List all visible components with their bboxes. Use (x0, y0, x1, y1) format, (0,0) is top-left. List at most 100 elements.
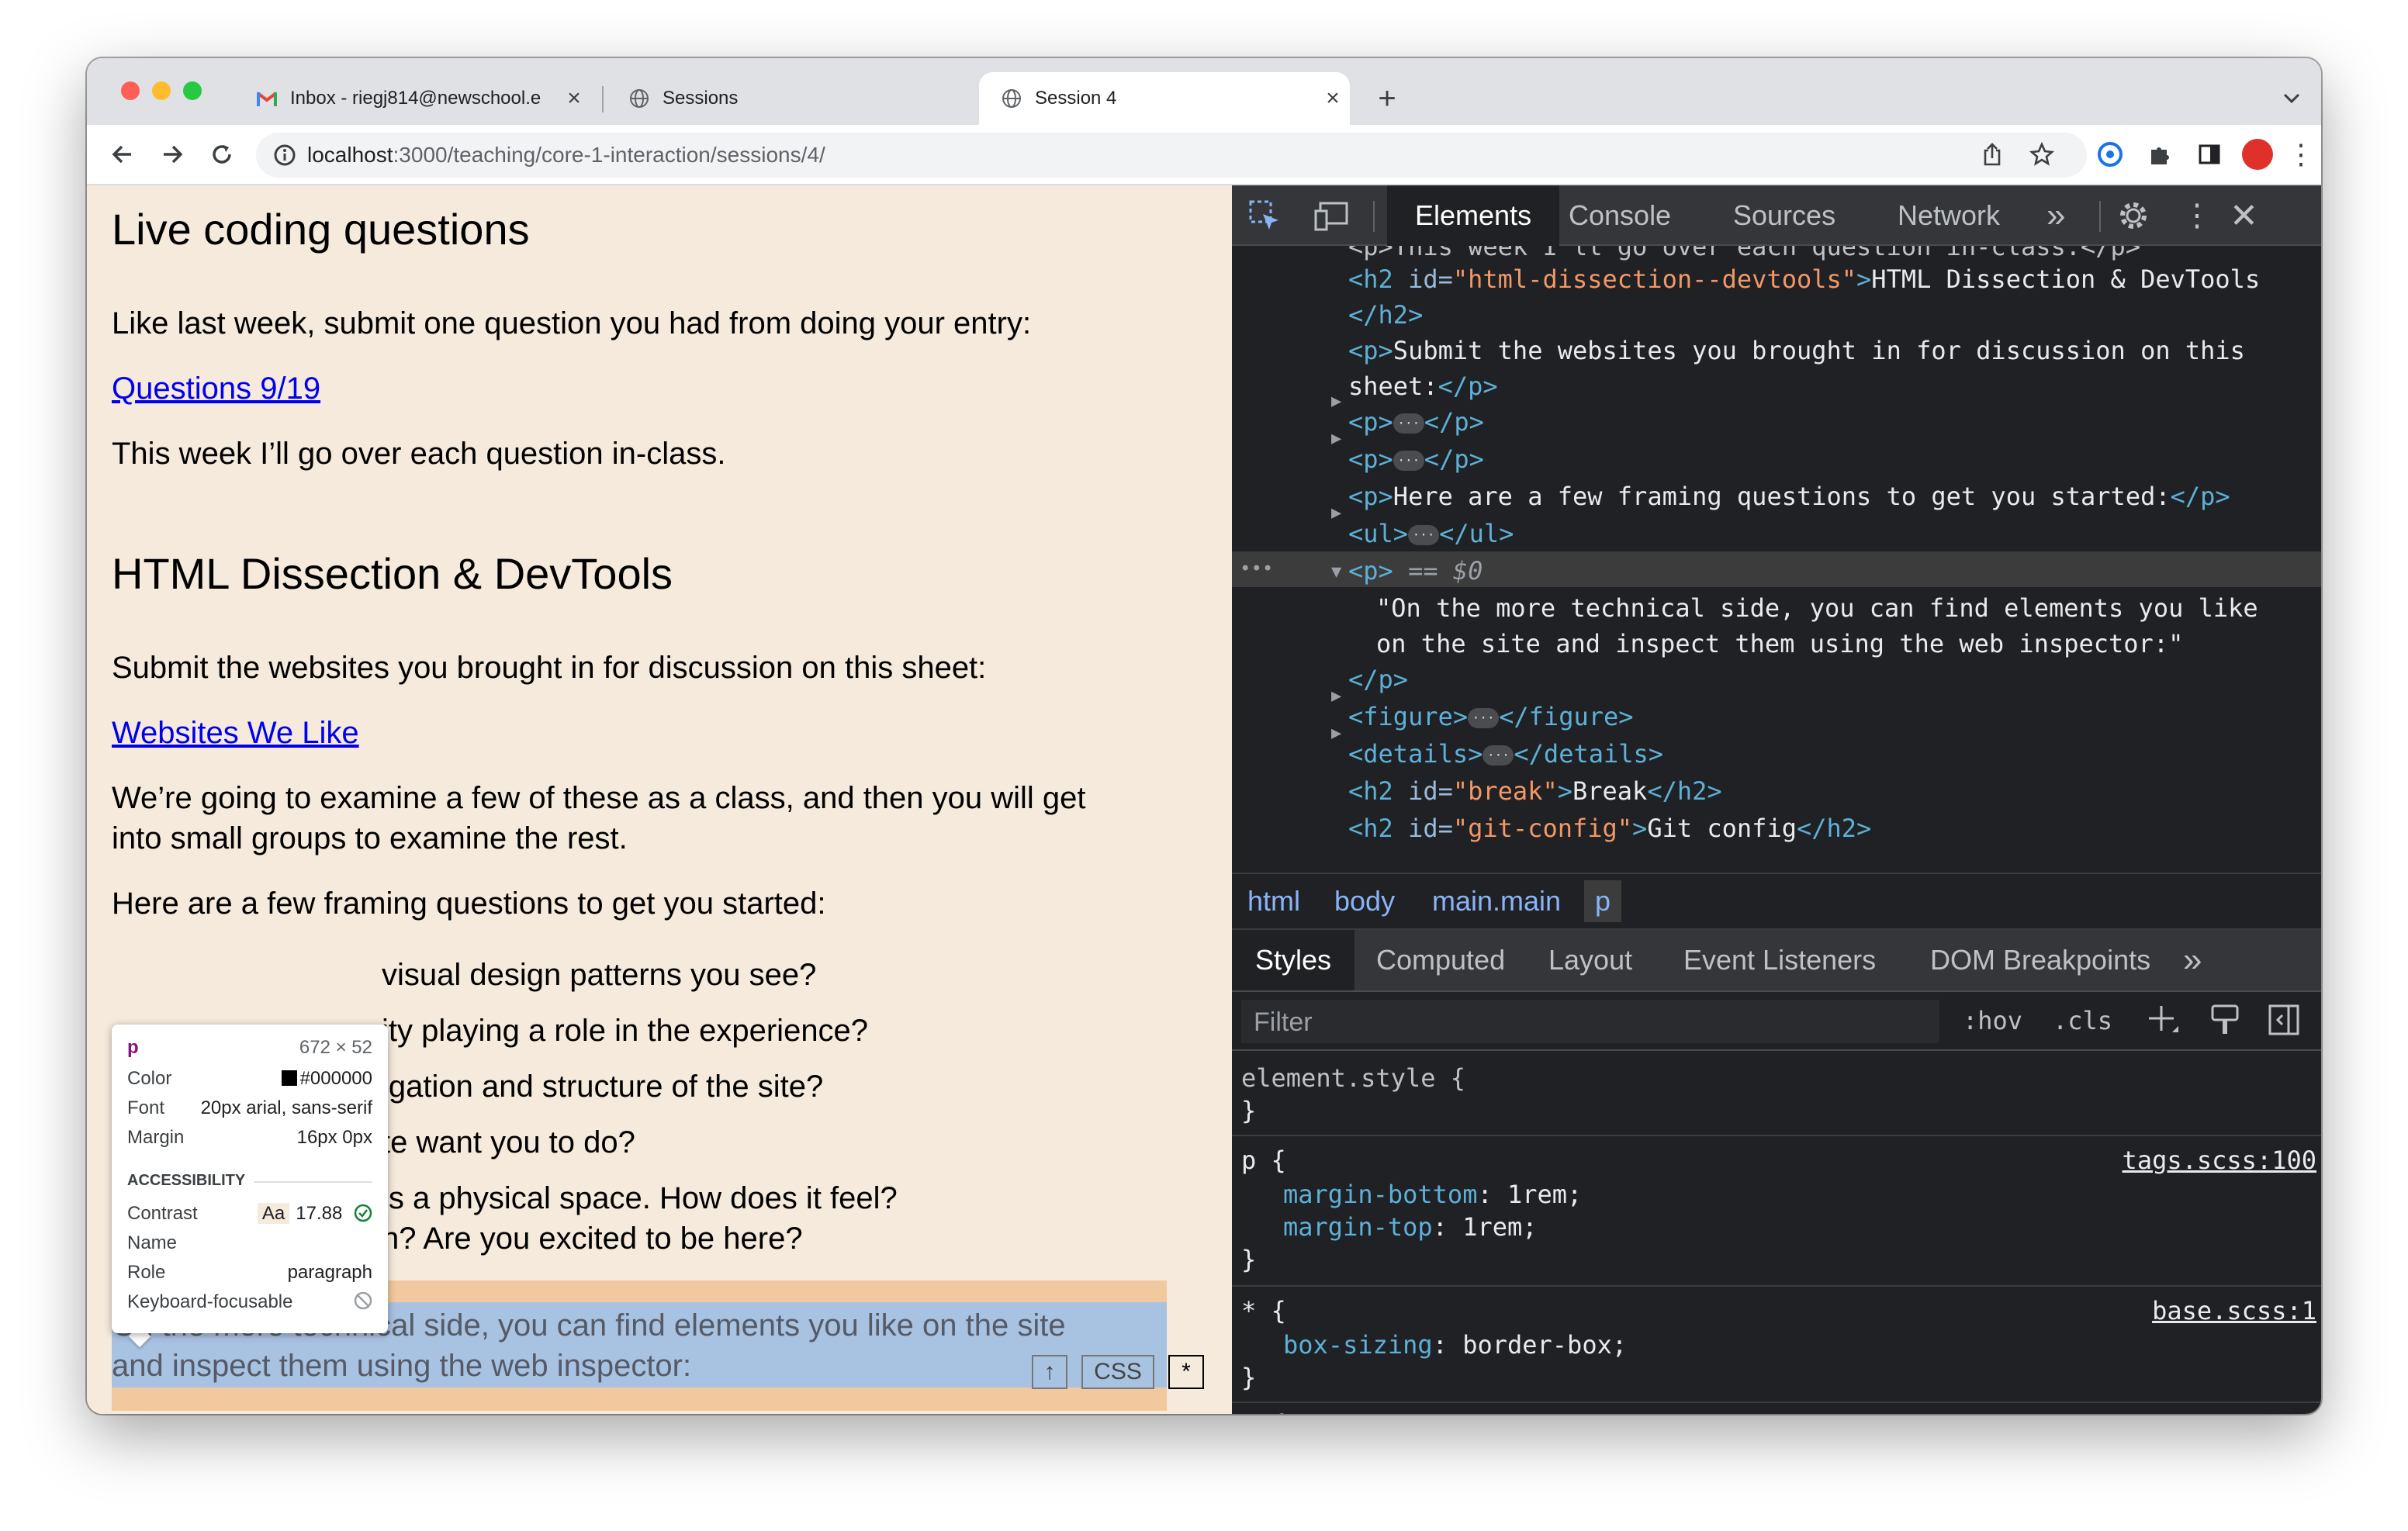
device-toolbar-button[interactable] (1313, 185, 1350, 246)
tab-session-4[interactable]: Session 4 × (979, 72, 1350, 125)
source-link[interactable]: reset.scss:102 (2107, 1408, 2316, 1414)
breadcrumb-p[interactable]: p (1584, 880, 1622, 922)
websites-link[interactable]: Websites We Like (112, 713, 359, 753)
color-swatch (281, 1070, 297, 1086)
tooltip-font-value: 20px arial, sans-serif (200, 1097, 372, 1118)
dom-node-p-collapsed[interactable]: <p> ··· </p> (1348, 404, 1484, 440)
text-node[interactable]: on the site and inspect them using the w… (1376, 626, 2183, 662)
collapse-triangle-icon[interactable]: ▼ (1331, 562, 1341, 582)
dom-node-close[interactable]: </h2> (1348, 297, 1423, 333)
expand-triangle-icon[interactable]: ▶ (1331, 724, 1341, 743)
tab-inbox[interactable]: Inbox - riegj814@newschool.e × (234, 72, 591, 125)
more-subtabs-button[interactable]: » (2183, 930, 2202, 990)
expand-triangle-icon[interactable]: ▶ (1331, 429, 1341, 448)
tab-computed[interactable]: Computed (1376, 930, 1505, 990)
dom-node-h2[interactable]: <h2 id="html-dissection--devtools">HTML … (1348, 261, 2260, 297)
tag: <details> (1348, 739, 1483, 769)
dom-node-p-collapsed[interactable]: <p> ··· </p> (1348, 441, 1484, 477)
source-link[interactable]: base.scss:1 (2152, 1294, 2316, 1327)
dom-node-h2[interactable]: <h2 id="git-config">Git config</h2> (1348, 810, 1871, 846)
css-declaration[interactable]: margin-bottom: 1rem; (1283, 1178, 1582, 1211)
rule-selector[interactable]: element.style { (1241, 1062, 1465, 1094)
breadcrumb-body[interactable]: body (1334, 885, 1395, 918)
puzzle-icon[interactable] (2138, 133, 2181, 176)
close-tab-icon[interactable]: × (1316, 85, 1350, 112)
share-icon[interactable] (1970, 133, 2014, 176)
filter-input[interactable]: Filter (1241, 1000, 1939, 1043)
list-item: igation and structure of the site? (382, 1070, 824, 1104)
dom-node-ul[interactable]: <ul> ··· </ul> (1348, 516, 1514, 551)
css-declaration[interactable]: margin-top: 1rem; (1283, 1211, 1538, 1243)
side-panel-icon[interactable] (2188, 133, 2231, 176)
expand-triangle-icon[interactable]: ▶ (1331, 686, 1341, 706)
ellipsis-badge[interactable]: ··· (1393, 451, 1424, 471)
cls-toggle[interactable]: .cls (2053, 1006, 2112, 1035)
hov-toggle[interactable]: :hov (1963, 1006, 2022, 1035)
tab-elements[interactable]: Elements (1387, 185, 1560, 246)
list-item: ity playing a role in the experience? (382, 1014, 869, 1048)
node-actions-ellipsis[interactable]: ••• (1240, 558, 1273, 579)
expand-triangle-icon[interactable]: ▶ (1331, 392, 1341, 411)
tab-event-listeners[interactable]: Event Listeners (1683, 930, 1876, 990)
dom-node-details[interactable]: <details> ··· </details> (1348, 736, 1663, 772)
minimize-window-button[interactable] (152, 81, 171, 100)
tab-search-button[interactable] (2270, 77, 2313, 120)
dom-node-h2[interactable]: <h2 id="break">Break</h2> (1348, 773, 1722, 809)
reload-button[interactable] (200, 133, 244, 176)
add-rule-icon[interactable] (2144, 1001, 2181, 1042)
bookmark-star-icon[interactable] (2020, 133, 2064, 176)
dom-node-close[interactable]: </p> (1348, 662, 1408, 697)
tab-console[interactable]: Console (1569, 185, 1671, 246)
more-tabs-button[interactable]: » (2046, 185, 2065, 246)
rule-selector[interactable]: p { (1241, 1144, 1286, 1177)
attr-name: id= (1408, 264, 1453, 294)
dom-node-p-cont[interactable]: sheet:</p> (1348, 368, 1498, 404)
paint-brush-icon[interactable] (2209, 1003, 2240, 1041)
breadcrumb-html[interactable]: html (1247, 885, 1300, 918)
tab-network[interactable]: Network (1898, 185, 2000, 246)
tooltip-contrast-label: Contrast (127, 1203, 198, 1224)
dom-node-figure[interactable]: <figure> ··· </figure> (1348, 699, 1634, 734)
tab-layout[interactable]: Layout (1548, 930, 1632, 990)
rule-selector[interactable]: * { (1241, 1408, 1286, 1414)
websites-link-text[interactable]: Websites We Like (112, 716, 359, 750)
devtools-menu-icon[interactable]: ⋮ (2181, 185, 2213, 246)
star-button[interactable]: * (1168, 1355, 1204, 1389)
close-devtools-icon[interactable]: ✕ (2230, 185, 2258, 246)
expand-triangle-icon[interactable]: ▶ (1331, 503, 1341, 523)
questions-link-text[interactable]: Questions 9/19 (112, 372, 320, 406)
tab-styles[interactable]: Styles (1232, 930, 1355, 990)
site-info-icon[interactable] (273, 143, 296, 167)
browser-menu-icon[interactable]: ⋮ (2279, 133, 2321, 176)
css-toggle-button[interactable]: CSS (1081, 1355, 1154, 1389)
dom-node-selected-p[interactable]: <p> == $0 (1348, 553, 1483, 589)
css-declaration[interactable]: box-sizing: border-box; (1283, 1329, 1627, 1361)
tab-dom-breakpoints[interactable]: DOM Breakpoints (1930, 930, 2150, 990)
inspect-element-button[interactable] (1247, 185, 1282, 246)
avatar[interactable] (2236, 133, 2279, 176)
scroll-up-button[interactable]: ↑ (1032, 1355, 1067, 1389)
zoom-window-button[interactable] (183, 81, 202, 100)
toggle-sidebar-icon[interactable] (2267, 1003, 2301, 1041)
ellipsis-badge[interactable]: ··· (1483, 745, 1514, 766)
breadcrumb-main[interactable]: main.main (1432, 885, 1561, 918)
close-tab-icon[interactable]: × (557, 85, 591, 112)
questions-link[interactable]: Questions 9/19 (112, 368, 320, 409)
new-tab-button[interactable]: + (1365, 77, 1409, 120)
forward-button[interactable] (150, 133, 194, 176)
ellipsis-badge[interactable]: ··· (1408, 525, 1440, 545)
extension-icon[interactable] (2088, 133, 2132, 176)
close-window-button[interactable] (121, 81, 140, 100)
dom-node-p[interactable]: <p>Submit the websites you brought in fo… (1348, 333, 2245, 368)
dom-node-p[interactable]: <p>Here are a few framing questions to g… (1348, 479, 2230, 514)
address-bar[interactable]: localhost:3000/teaching/core-1-interacti… (256, 133, 2087, 178)
rule-selector[interactable]: * { (1241, 1294, 1286, 1327)
text-node[interactable]: "On the more technical side, you can fin… (1376, 590, 2258, 626)
ellipsis-badge[interactable]: ··· (1393, 413, 1424, 434)
ellipsis-badge[interactable]: ··· (1468, 708, 1500, 728)
back-button[interactable] (101, 133, 144, 176)
tab-separator (602, 86, 604, 112)
settings-gear-icon[interactable] (2116, 185, 2150, 246)
source-link[interactable]: tags.scss:100 (2123, 1144, 2316, 1177)
tab-sources[interactable]: Sources (1733, 185, 1835, 246)
